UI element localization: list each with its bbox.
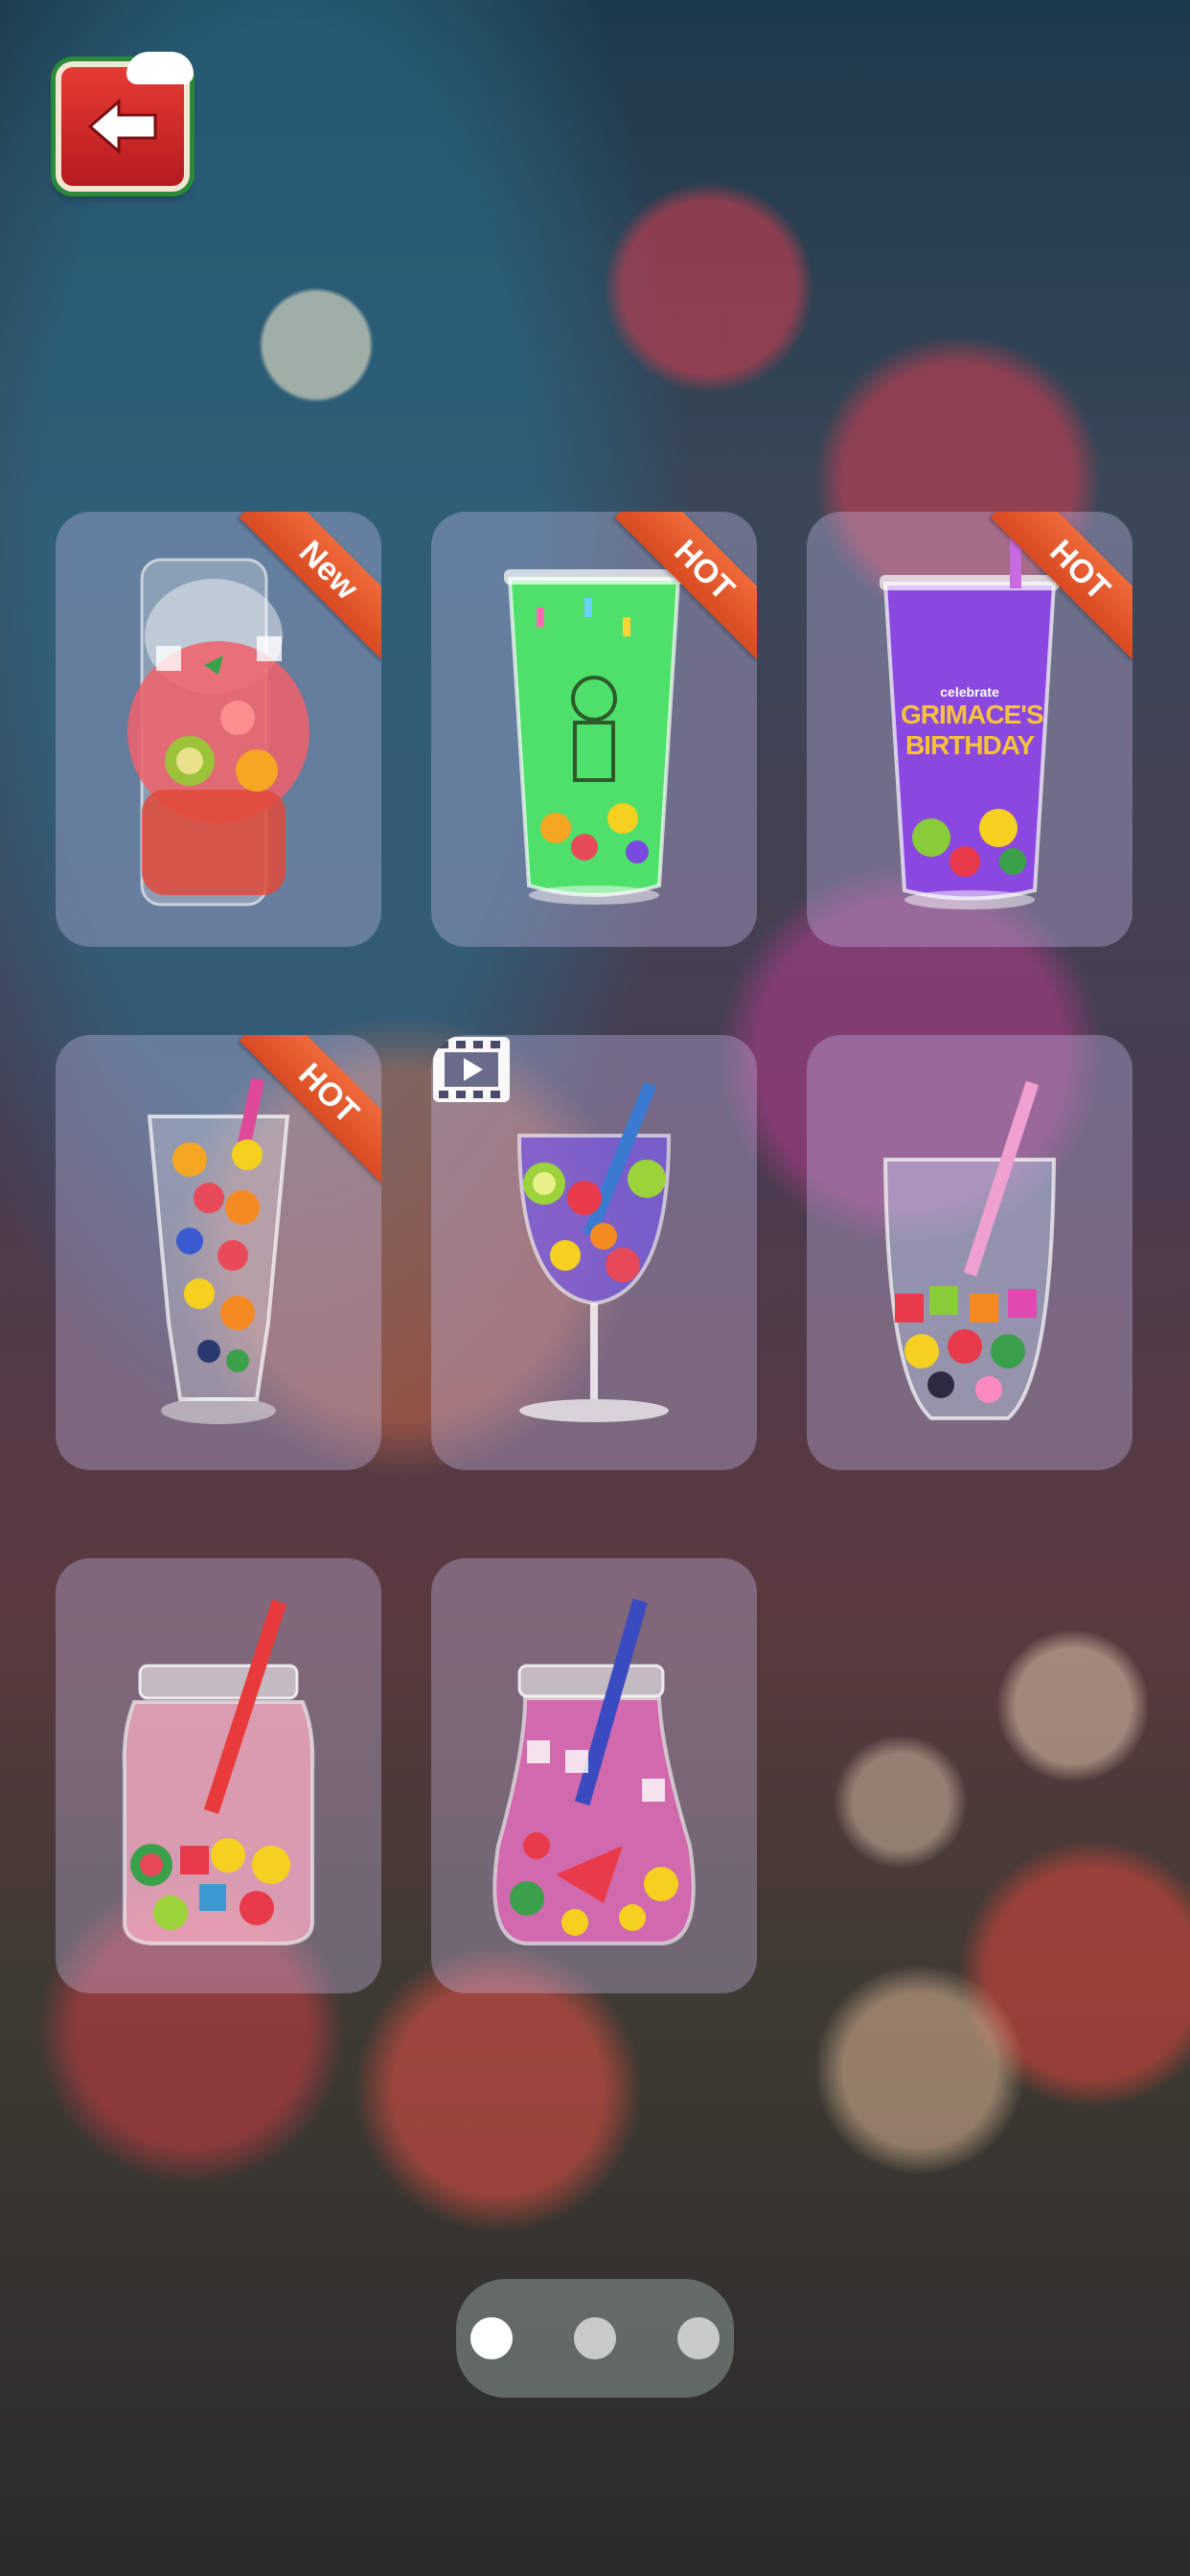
drink-card-pink-bottle[interactable]	[431, 1558, 757, 1993]
page-dot-1[interactable]	[470, 2317, 513, 2359]
drink-card-skeleton[interactable]: HOT	[431, 512, 757, 947]
cup-text-grimaces: GRIMACE'S	[901, 700, 1044, 729]
page-dot-2[interactable]	[574, 2317, 616, 2359]
gummy-glass-image	[882, 1080, 1057, 1420]
cup-text-birthday: BIRTHDAY	[904, 730, 1035, 760]
back-button[interactable]	[56, 52, 194, 192]
page-dot-3[interactable]	[677, 2317, 720, 2359]
drink-card-mason-jar[interactable]	[56, 1558, 381, 1993]
drink-card-grimace[interactable]: celebrate GRIMACE'S BIRTHDAY HOT	[807, 512, 1133, 947]
pink-bottle-image	[492, 1598, 696, 1945]
mason-jar-image	[122, 1599, 315, 1945]
drink-card-fruit-glass[interactable]: HOT	[56, 1035, 381, 1470]
drink-card-gummy-glass[interactable]	[807, 1035, 1133, 1470]
page-indicator	[456, 2279, 734, 2398]
cup-text-celebrate: celebrate	[940, 684, 999, 700]
grimace-cup-label: celebrate GRIMACE'S BIRTHDAY	[901, 684, 1044, 761]
video-ad-icon	[433, 1037, 510, 1102]
arrow-left-icon	[87, 98, 157, 155]
drink-card-wine-glass[interactable]	[431, 1035, 757, 1470]
drink-card-santa[interactable]: New	[56, 512, 381, 947]
snow-cap-decoration	[126, 52, 194, 84]
